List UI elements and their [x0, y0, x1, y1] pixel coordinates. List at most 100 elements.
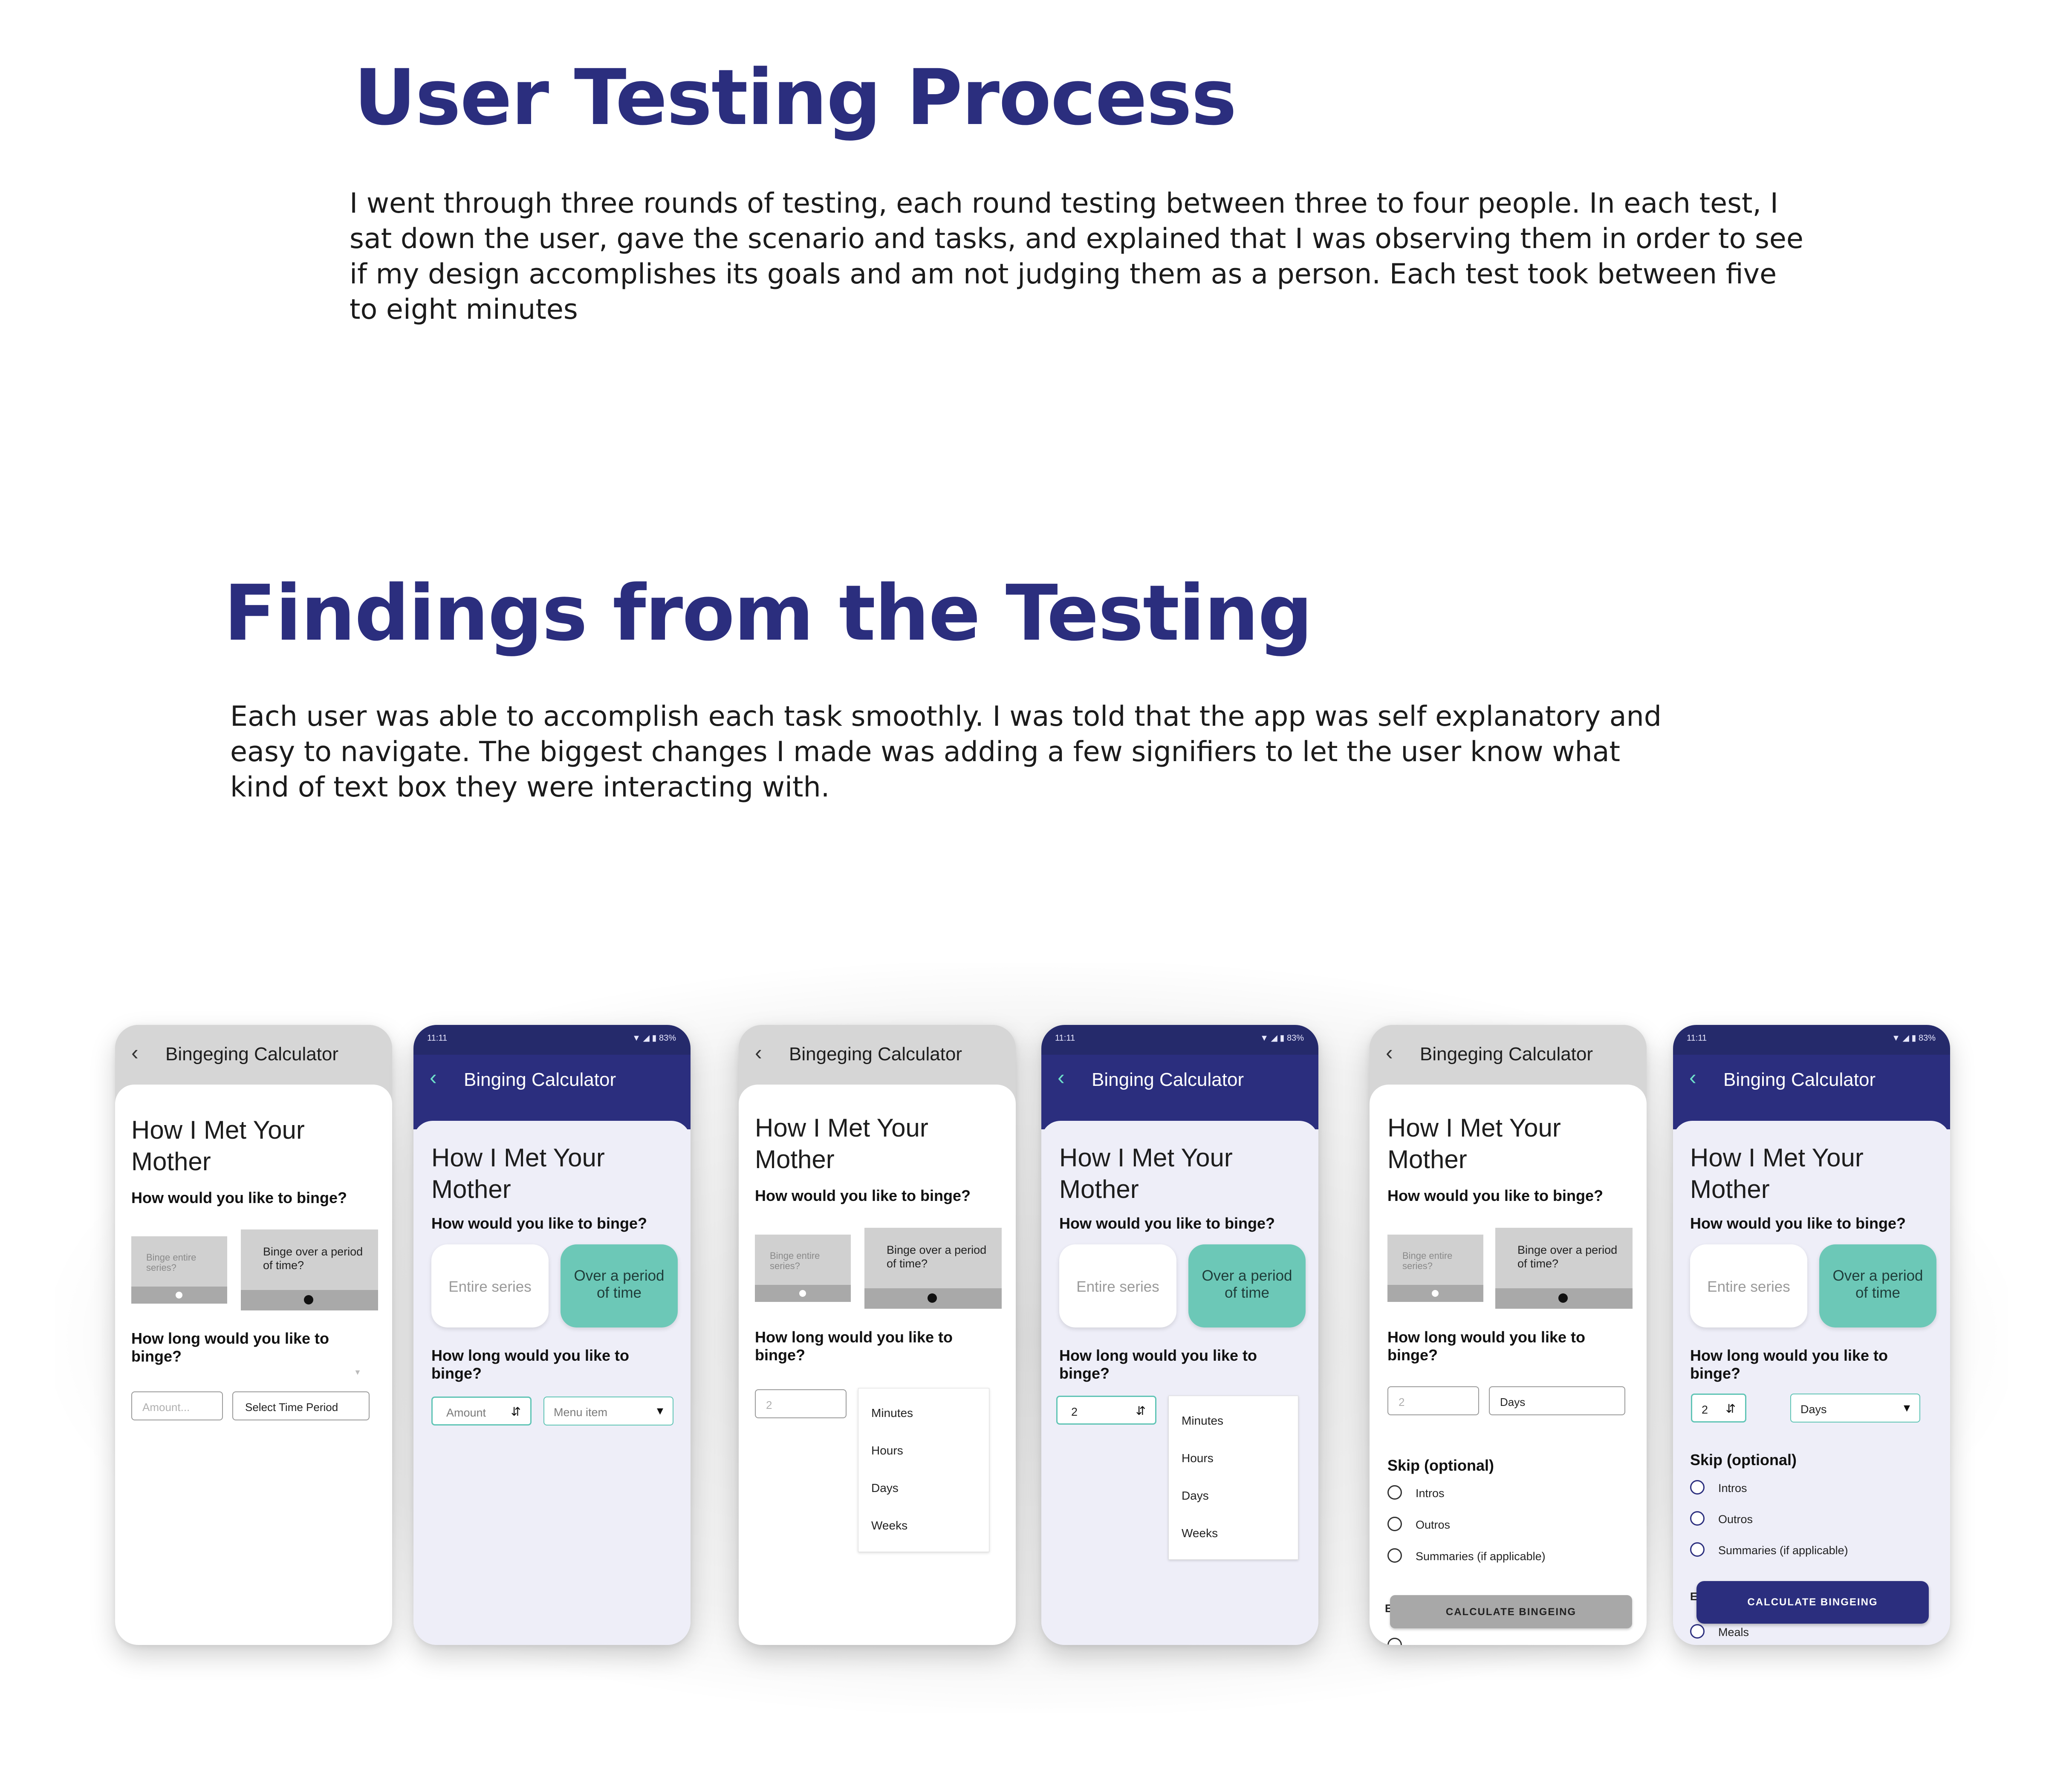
option-period-of-time[interactable]: Binge over a period of time?: [241, 1229, 378, 1310]
meals-option[interactable]: Meals: [1690, 1624, 1903, 1641]
amount-stepper[interactable]: Amount ⇵: [431, 1397, 532, 1426]
amount-input[interactable]: 2: [755, 1389, 847, 1418]
chevron-left-icon[interactable]: ‹: [1689, 1065, 1696, 1090]
option-entire-series[interactable]: Entire series: [431, 1244, 549, 1327]
status-time: 11:11: [1055, 1033, 1075, 1043]
app-bar: [413, 1055, 691, 1129]
binge-question: How would you like to binge?: [1059, 1215, 1275, 1232]
period-select[interactable]: Days ▾: [1790, 1394, 1920, 1423]
radio-circle[interactable]: [1387, 1638, 1402, 1645]
option-period-of-time[interactable]: Over a period of time: [1188, 1244, 1306, 1327]
battery-percent: 83%: [659, 1033, 676, 1043]
meals-option-partial[interactable]: [1387, 1638, 1601, 1645]
option-label: Binge entire series?: [1402, 1250, 1453, 1271]
period-dropdown-menu: Minutes Hours Days Weeks: [858, 1388, 989, 1552]
period-select[interactable]: Menu item ▾: [543, 1397, 673, 1426]
amount-input[interactable]: Amount...: [131, 1391, 223, 1420]
amount-placeholder: Amount...: [142, 1401, 190, 1414]
radio-circle[interactable]: [1690, 1480, 1705, 1495]
option-label: Summaries (if applicable): [1416, 1550, 1546, 1563]
time-period-select[interactable]: Select Time Period: [232, 1391, 370, 1420]
chevron-left-icon[interactable]: ‹: [430, 1065, 437, 1090]
process-body: I went through three rounds of testing, …: [350, 188, 1803, 326]
chevron-left-icon[interactable]: ‹: [1058, 1065, 1065, 1090]
option-label: Intros: [1416, 1487, 1445, 1500]
chevron-left-icon[interactable]: ‹: [131, 1040, 139, 1065]
stepper-arrows-icon[interactable]: ⇵: [511, 1405, 521, 1419]
option-period-of-time[interactable]: Binge over a period of time?: [864, 1228, 1002, 1309]
period-dropdown-menu: Minutes Hours Days Weeks: [1168, 1396, 1298, 1560]
show-title: How I Met Your Mother: [1059, 1143, 1233, 1203]
menu-item-days[interactable]: Days: [871, 1481, 899, 1495]
duration-question: How long would you like to binge?: [1690, 1347, 1888, 1382]
battery-percent: 83%: [1918, 1033, 1936, 1043]
duration-question: How long would you like to binge?: [1387, 1328, 1585, 1364]
option-label: Entire series: [1076, 1278, 1159, 1295]
menu-item-minutes[interactable]: Minutes: [871, 1406, 913, 1420]
wifi-icon: ▼: [1892, 1033, 1900, 1043]
battery-icon: ▮: [1280, 1033, 1285, 1043]
radio-dot: [1432, 1290, 1439, 1297]
app-title: Bingeging Calculator: [1420, 1044, 1593, 1065]
amount-stepper[interactable]: 2 ⇵: [1691, 1394, 1746, 1423]
amount-value: 2: [766, 1399, 772, 1411]
chevron-left-icon[interactable]: ‹: [1386, 1040, 1393, 1065]
option-label: Over a period of time: [1832, 1267, 1923, 1301]
option-label: Meals: [1718, 1626, 1749, 1639]
amount-input[interactable]: 2: [1387, 1386, 1479, 1415]
show-title: How I Met Your Mother: [431, 1143, 605, 1203]
radio-dot: [176, 1292, 182, 1299]
binge-question: How would you like to binge?: [1690, 1215, 1906, 1232]
radio-circle[interactable]: [1690, 1511, 1705, 1526]
option-entire-series[interactable]: Binge entire series?: [755, 1235, 851, 1302]
button-label: CALCULATE BINGEING: [1747, 1596, 1878, 1608]
duration-question: How long would you like to binge?: [755, 1328, 953, 1364]
skip-option-summaries[interactable]: Summaries (if applicable): [1690, 1542, 1903, 1559]
skip-option-outros[interactable]: Outros: [1690, 1511, 1903, 1528]
calculate-button[interactable]: CALCULATE BINGEING: [1696, 1581, 1929, 1624]
radio-circle[interactable]: [1690, 1542, 1705, 1557]
option-period-of-time[interactable]: Over a period of time: [1819, 1244, 1936, 1327]
show-title: How I Met Your Mother: [131, 1116, 305, 1176]
stepper-arrows-icon[interactable]: ⇵: [1726, 1402, 1736, 1416]
radio-circle[interactable]: [1690, 1624, 1705, 1639]
radio-circle[interactable]: [1387, 1548, 1402, 1563]
period-value: Days: [1500, 1396, 1526, 1408]
period-value: Days: [1800, 1403, 1827, 1416]
binge-question: How would you like to binge?: [1387, 1187, 1603, 1204]
amount-value: 2: [1071, 1405, 1078, 1418]
option-period-of-time[interactable]: Over a period of time: [561, 1244, 678, 1327]
amount-value: 2: [1702, 1403, 1708, 1416]
stepper-arrows-icon[interactable]: ⇵: [1136, 1404, 1146, 1418]
radio-circle[interactable]: [1387, 1517, 1402, 1531]
radio-circle[interactable]: [1387, 1485, 1402, 1500]
option-period-of-time[interactable]: Binge over a period of time?: [1495, 1228, 1633, 1309]
menu-item-weeks[interactable]: Weeks: [1182, 1527, 1218, 1540]
skip-option-intros[interactable]: Intros: [1690, 1480, 1903, 1497]
duration-question: How long would you like to binge?: [1059, 1347, 1257, 1382]
amount-stepper[interactable]: 2 ⇵: [1056, 1396, 1156, 1425]
duration-question: How long would you like to binge?: [431, 1347, 629, 1382]
show-title: How I Met Your Mother: [1387, 1114, 1561, 1174]
option-entire-series[interactable]: Entire series: [1690, 1244, 1807, 1327]
status-icons: ▼ ◢ ▮ 83%: [1892, 1033, 1936, 1043]
option-entire-series[interactable]: Binge entire series?: [1387, 1235, 1483, 1302]
option-entire-series[interactable]: Entire series: [1059, 1244, 1176, 1327]
menu-item-minutes[interactable]: Minutes: [1182, 1414, 1223, 1428]
menu-item-days[interactable]: Days: [1182, 1489, 1209, 1503]
option-label: Entire series: [448, 1278, 532, 1295]
menu-item-hours[interactable]: Hours: [1182, 1451, 1214, 1465]
radio-dot: [1558, 1293, 1568, 1303]
skip-option-intros[interactable]: Intros: [1387, 1485, 1601, 1502]
period-input[interactable]: Days: [1489, 1386, 1625, 1415]
calculate-button[interactable]: CALCULATE BINGEING: [1390, 1595, 1632, 1628]
menu-item-weeks[interactable]: Weeks: [871, 1519, 907, 1532]
skip-option-outros[interactable]: Outros: [1387, 1517, 1601, 1534]
battery-icon: ▮: [652, 1033, 657, 1043]
skip-label: Skip (optional): [1690, 1451, 1797, 1469]
skip-option-summaries[interactable]: Summaries (if applicable): [1387, 1548, 1601, 1565]
option-entire-series[interactable]: Binge entire series?: [131, 1236, 227, 1304]
chevron-left-icon[interactable]: ‹: [755, 1040, 762, 1065]
wifi-icon: ▼: [1260, 1033, 1269, 1043]
menu-item-hours[interactable]: Hours: [871, 1444, 903, 1457]
